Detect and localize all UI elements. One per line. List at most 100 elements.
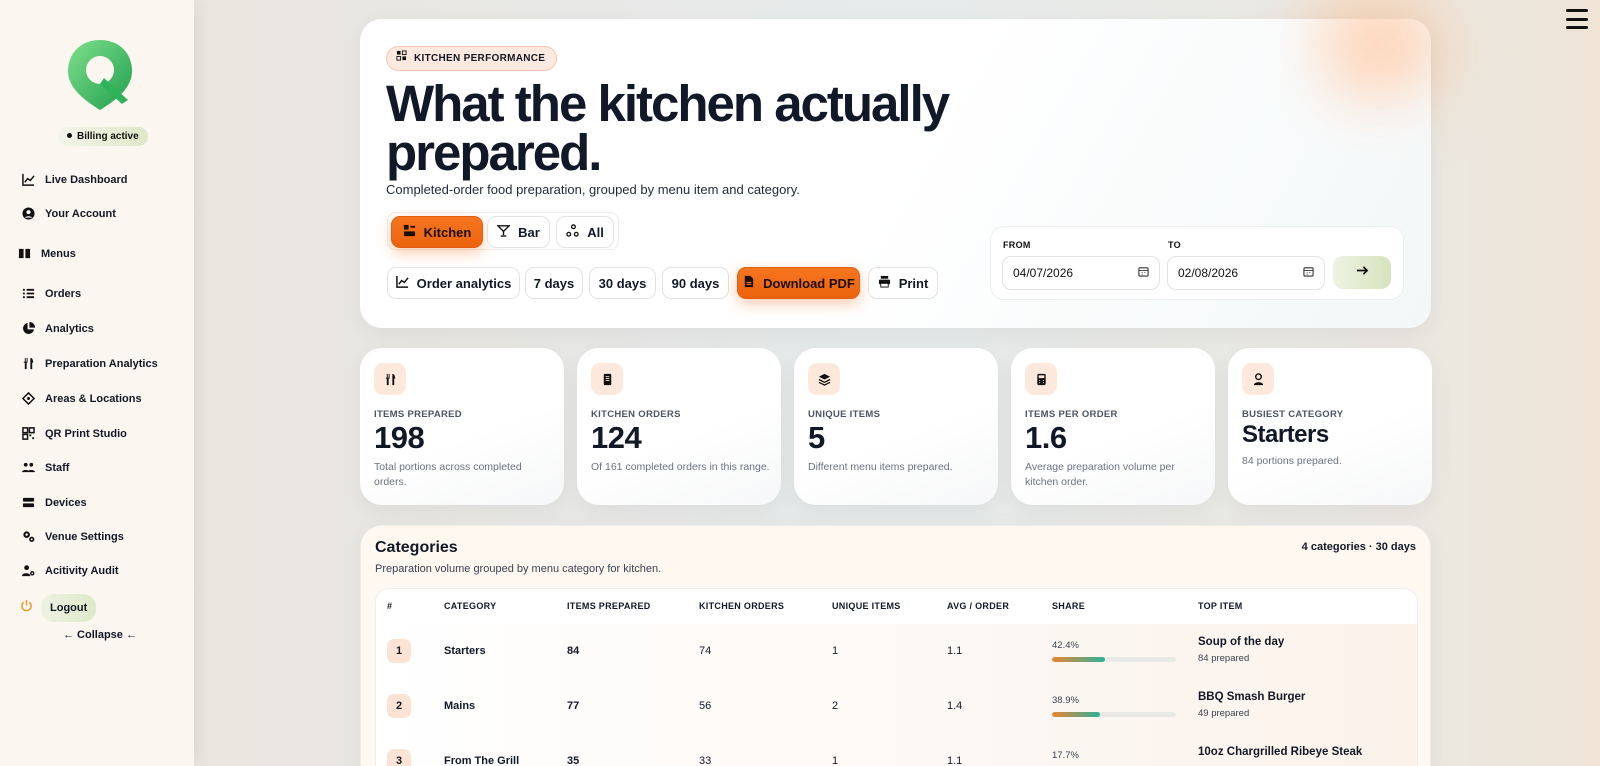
category-name: Starters [444, 645, 486, 657]
order-analytics-button[interactable]: Order analytics [387, 267, 520, 299]
calendar-icon[interactable] [1138, 266, 1149, 280]
stat-value: Starters [1242, 421, 1329, 448]
to-date-value: 02/08/2026 [1178, 266, 1239, 280]
stat-description: Of 161 completed orders in this range. [591, 461, 770, 473]
share-bar-fill [1052, 657, 1105, 662]
stat-description: Average preparation volume per kitchen o… [1025, 461, 1175, 488]
range-30-days-button[interactable]: 30 days [589, 267, 656, 299]
column-header[interactable]: # [387, 601, 392, 611]
avg-per-order-cell: 1.1 [947, 755, 963, 766]
table-row[interactable]: 1 Starters 84 74 1 1.1 42.4% Soup of the… [376, 624, 1417, 679]
bar-toggle-label: Bar [518, 224, 540, 240]
column-header[interactable]: TOP ITEM [1198, 601, 1243, 611]
pdf-file-icon [742, 275, 755, 291]
location-diamond-icon [22, 392, 35, 405]
from-date-value: 04/07/2026 [1013, 266, 1074, 280]
share-percent: 38.9% [1052, 695, 1079, 706]
power-icon [20, 599, 33, 617]
sidebar-item-label: Areas & Locations [45, 392, 142, 405]
stat-card-items-per-order: ITEMS PER ORDER 1.6 Average preparation … [1011, 348, 1215, 505]
layers-icon [808, 363, 840, 395]
print-button[interactable]: Print [868, 267, 938, 299]
sidebar-item-qr-print-studio[interactable]: QR Print Studio [22, 427, 127, 440]
sidebar-item-venue-settings[interactable]: Venue Settings [22, 530, 124, 543]
sidebar-item-orders[interactable]: Orders [22, 287, 81, 300]
sidebar-item-staff[interactable]: Staff [22, 461, 69, 474]
kitchen-orders-cell: 33 [699, 755, 712, 766]
section-badge: KITCHEN PERFORMANCE [386, 46, 558, 71]
utensils-icon [374, 363, 406, 395]
all-toggle-button[interactable]: All [556, 216, 614, 248]
column-header[interactable]: KITCHEN ORDERS [699, 601, 784, 611]
unique-items-cell: 1 [832, 645, 839, 657]
all-stations-icon [566, 224, 579, 240]
categories-table: # CATEGORY ITEMS PREPARED KITCHEN ORDERS… [375, 588, 1418, 766]
rank-badge: 2 [387, 694, 411, 718]
category-name: Mains [444, 700, 476, 712]
logout-label: Logout [41, 594, 97, 622]
bar-toggle-button[interactable]: Bar [487, 216, 550, 248]
table-row[interactable]: 3 From The Grill 35 33 1 1.1 17.7% 10oz … [376, 734, 1417, 766]
download-pdf-label: Download PDF [763, 275, 855, 291]
share-bar [1052, 712, 1176, 717]
range-7-days-button[interactable]: 7 days [525, 267, 583, 299]
collapse-sidebar-button[interactable]: ← Collapse ← [63, 629, 137, 641]
billing-status-label: Billing active [77, 131, 139, 142]
column-header[interactable]: ITEMS PREPARED [567, 601, 651, 611]
cocktail-icon [496, 224, 511, 240]
sidebar-item-areas-locations[interactable]: Areas & Locations [22, 392, 142, 405]
items-prepared-cell: 77 [567, 700, 580, 712]
sidebar-item-activity-audit[interactable]: Acitivity Audit [22, 564, 119, 577]
sidebar-item-menus[interactable]: Menus [18, 247, 76, 260]
billing-status-badge: Billing active [58, 127, 148, 146]
hamburger-menu-icon[interactable] [1566, 9, 1588, 29]
stat-description: 84 portions prepared. [1242, 455, 1342, 467]
logout-button[interactable]: Logout [20, 594, 97, 622]
column-header[interactable]: UNIQUE ITEMS [832, 601, 901, 611]
share-percent: 42.4% [1052, 640, 1079, 651]
sidebar-item-live-dashboard[interactable]: Live Dashboard [22, 173, 128, 186]
to-date-input[interactable]: 02/08/2026 [1167, 256, 1325, 290]
app-logo[interactable] [66, 38, 134, 112]
from-date-input[interactable]: 04/07/2026 [1002, 256, 1160, 290]
kitchen-icon [403, 224, 416, 240]
table-row[interactable]: 2 Mains 77 56 2 1.4 38.9% BBQ Smash Burg… [376, 679, 1417, 734]
sidebar-item-label: Devices [45, 496, 87, 509]
kitchen-toggle-button[interactable]: Kitchen [391, 216, 483, 248]
date-range-picker: FROM TO 04/07/2026 02/08/2026 [990, 226, 1404, 300]
category-name: From The Grill [444, 755, 520, 766]
stat-label: ITEMS PER ORDER [1025, 409, 1118, 420]
column-header[interactable]: CATEGORY [444, 601, 496, 611]
calendar-icon[interactable] [1303, 266, 1314, 280]
sidebar-item-label: Staff [45, 461, 70, 474]
avg-per-order-cell: 1.1 [947, 645, 963, 657]
page-subtitle: Completed-order food preparation, groupe… [386, 182, 800, 197]
top-item-count: 49 prepared [1198, 708, 1250, 719]
apply-date-range-button[interactable] [1333, 256, 1391, 289]
sidebar-item-devices[interactable]: Devices [22, 496, 87, 509]
top-item-count: 84 prepared [1198, 653, 1250, 664]
column-header[interactable]: SHARE [1052, 601, 1085, 611]
unique-items-cell: 1 [832, 755, 839, 766]
arrow-right-icon [1356, 264, 1369, 282]
stat-card-kitchen-orders: KITCHEN ORDERS 124 Of 161 completed orde… [577, 348, 781, 505]
top-item-name: Soup of the day [1198, 636, 1285, 648]
sidebar-item-analytics[interactable]: Analytics [22, 322, 94, 335]
sidebar-item-preparation-analytics[interactable]: Preparation Analytics [22, 357, 158, 370]
pie-chart-icon [22, 322, 35, 335]
rank-badge: 3 [387, 749, 411, 766]
badge-label: KITCHEN PERFORMANCE [414, 53, 546, 64]
top-item-name: BBQ Smash Burger [1198, 691, 1306, 703]
chef-icon [1242, 363, 1274, 395]
page-title: What the kitchen actually prepared. [386, 75, 950, 181]
column-header[interactable]: AVG / ORDER [947, 601, 1009, 611]
sidebar-item-your-account[interactable]: Your Account [22, 207, 116, 220]
print-label: Print [898, 275, 929, 291]
items-prepared-cell: 35 [567, 755, 580, 766]
sidebar: Billing active Live Dashboard Your Accou… [0, 0, 194, 766]
range-90-days-button[interactable]: 90 days [662, 267, 729, 299]
sidebar-item-label: Preparation Analytics [45, 357, 158, 370]
download-pdf-button[interactable]: Download PDF [737, 267, 860, 299]
stat-card-unique-items: UNIQUE ITEMS 5 Different menu items prep… [794, 348, 998, 505]
stat-label: BUSIEST CATEGORY [1242, 409, 1344, 420]
